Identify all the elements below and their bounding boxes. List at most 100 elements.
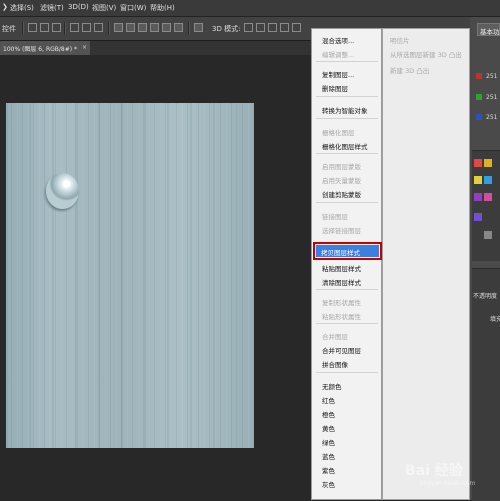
context-item-select-linked-layers: 选择链接图层 xyxy=(322,227,361,235)
close-icon[interactable]: × xyxy=(82,44,87,51)
swatch[interactable] xyxy=(484,176,492,184)
menu-divider xyxy=(316,153,378,154)
context-item-gray[interactable]: 灰色 xyxy=(322,479,335,489)
context-item-green[interactable]: 绿色 xyxy=(322,437,335,447)
baidu-watermark-url: jingyan.baidu.com xyxy=(420,480,476,487)
distribute-center-icon[interactable] xyxy=(162,23,171,32)
document-tab-title: 100% (图层 6, RGB/8#) * xyxy=(3,46,77,53)
swatch[interactable] xyxy=(474,176,482,184)
menu-divider xyxy=(316,372,378,373)
context-item-convert-smart-object[interactable]: 转换为智能对象 xyxy=(322,105,368,115)
tab-strip xyxy=(90,41,320,55)
context-item-rasterize-layer-style[interactable]: 栅格化图层样式 xyxy=(322,141,368,151)
align-right-icon[interactable] xyxy=(94,23,103,32)
context-item-blue[interactable]: 蓝色 xyxy=(322,451,335,461)
menu-view[interactable]: 视图(V) xyxy=(92,3,116,13)
divider xyxy=(22,22,24,35)
divider xyxy=(108,22,110,35)
context-item-orange[interactable]: 橙色 xyxy=(322,409,335,419)
layers-panel: 不透明度 填充 xyxy=(472,268,500,501)
color-value: 251 xyxy=(486,94,498,101)
3d-rotate-icon[interactable] xyxy=(244,23,253,32)
context-item-paste-layer-style[interactable]: 粘贴图层样式 xyxy=(322,263,361,273)
submenu-item-postcard: 明信片 xyxy=(390,37,410,45)
context-item-enable-vector-mask: 启用矢量蒙版 xyxy=(322,177,361,185)
menu-divider xyxy=(316,289,378,290)
auto-align-icon[interactable] xyxy=(194,23,203,32)
align-middle-icon[interactable] xyxy=(40,23,49,32)
context-item-yellow[interactable]: 黄色 xyxy=(322,423,335,433)
3d-pan-icon[interactable] xyxy=(268,23,277,32)
menu-divider xyxy=(316,61,378,62)
menu-bar: ❯ 选择(S) 滤镜(T) 3D(D) 视图(V) 窗口(W) 帮助(H) xyxy=(0,0,500,17)
color-value: 251 xyxy=(486,114,498,121)
distribute-top-icon[interactable] xyxy=(114,23,123,32)
align-bottom-icon[interactable] xyxy=(52,23,61,32)
context-item-duplicate-layer[interactable]: 复制图层... xyxy=(322,69,354,79)
distribute-right-icon[interactable] xyxy=(174,23,183,32)
submenu-item-new-3d-extrusion: 新建 3D 凸出 xyxy=(390,67,430,75)
menu-divider xyxy=(316,202,378,203)
align-center-icon[interactable] xyxy=(82,23,91,32)
workspace-label: 基本功 xyxy=(480,28,500,36)
swatch[interactable] xyxy=(474,193,482,201)
align-top-icon[interactable] xyxy=(28,23,37,32)
context-item-merge-layers: 合并图层 xyxy=(322,333,348,341)
fill-label: 填充 xyxy=(490,316,500,323)
swatch[interactable] xyxy=(474,159,482,167)
3d-roll-icon[interactable] xyxy=(256,23,265,32)
context-item-violet[interactable]: 紫色 xyxy=(322,465,335,475)
context-item-copy-shape-attributes: 复制形状属性 xyxy=(322,299,361,307)
baidu-watermark: Bai 经验 xyxy=(405,463,463,479)
swatch[interactable] xyxy=(484,193,492,201)
menu-filter[interactable]: 滤镜(T) xyxy=(40,3,64,13)
menu-divider xyxy=(316,96,378,97)
3d-scale-icon[interactable] xyxy=(292,23,301,32)
context-item-enable-layer-mask: 启用图层蒙版 xyxy=(322,163,361,171)
menu-chevron-icon[interactable]: ❯ xyxy=(2,3,8,11)
opacity-label: 不透明度 xyxy=(473,293,498,300)
3d-slide-icon[interactable] xyxy=(280,23,289,32)
3d-mode-label: 3D 模式: xyxy=(212,25,241,33)
context-item-edit-adjustment: 编辑调整... xyxy=(322,51,355,59)
workspace-switcher[interactable]: 基本功 xyxy=(477,23,500,36)
context-item-delete-layer[interactable]: 删除图层 xyxy=(322,83,348,93)
context-item-flatten-image[interactable]: 拼合图像 xyxy=(322,359,348,369)
distribute-middle-icon[interactable] xyxy=(126,23,135,32)
swatch[interactable] xyxy=(484,159,492,167)
submenu-item-3d-extrusion-from-layer: 从所选图层新建 3D 凸出 xyxy=(390,51,462,59)
context-item-clear-layer-style[interactable]: 清除图层样式 xyxy=(322,277,361,287)
menu-divider xyxy=(316,323,378,324)
context-item-no-color[interactable]: 无颜色 xyxy=(322,381,342,391)
menu-help[interactable]: 帮助(H) xyxy=(150,3,175,13)
swatch[interactable] xyxy=(474,213,482,221)
menu-3d[interactable]: 3D(D) xyxy=(68,3,89,11)
color-swatch[interactable] xyxy=(476,73,482,79)
context-item-merge-visible[interactable]: 合并可见图层 xyxy=(322,345,361,355)
swatch[interactable] xyxy=(484,231,492,239)
layer-context-menu: 拷贝图层样式 混合选项... 编辑调整... 复制图层... 删除图层 转换为智… xyxy=(311,28,382,500)
context-item-create-clipping-mask[interactable]: 创建剪贴蒙版 xyxy=(322,189,361,199)
distribute-left-icon[interactable] xyxy=(150,23,159,32)
menu-select[interactable]: 选择(S) xyxy=(10,3,34,13)
document-tab[interactable]: 100% (图层 6, RGB/8#) * × xyxy=(0,41,91,55)
context-item-link-layers: 链接图层 xyxy=(322,213,348,221)
wood-texture-image[interactable] xyxy=(6,103,254,448)
divider xyxy=(188,22,190,35)
menu-window[interactable]: 窗口(W) xyxy=(120,3,146,13)
context-item-rasterize-layer: 栅格化图层 xyxy=(322,129,355,137)
distribute-bottom-icon[interactable] xyxy=(138,23,147,32)
context-item-red[interactable]: 红色 xyxy=(322,395,335,405)
context-item-paste-shape-attributes: 粘贴形状属性 xyxy=(322,313,361,321)
color-swatch[interactable] xyxy=(476,114,482,120)
menu-divider xyxy=(316,118,378,119)
color-value: 251 xyxy=(486,73,498,80)
swatches-panel xyxy=(472,150,500,261)
water-drop-layer[interactable] xyxy=(46,173,79,209)
divider xyxy=(64,22,66,35)
color-swatch[interactable] xyxy=(476,94,482,100)
context-item-highlight[interactable]: 拷贝图层样式 xyxy=(313,242,382,260)
align-left-icon[interactable] xyxy=(70,23,79,32)
context-item-blending-options[interactable]: 混合选项... xyxy=(322,35,354,45)
context-item-copy-layer-style[interactable]: 拷贝图层样式 xyxy=(321,247,360,257)
